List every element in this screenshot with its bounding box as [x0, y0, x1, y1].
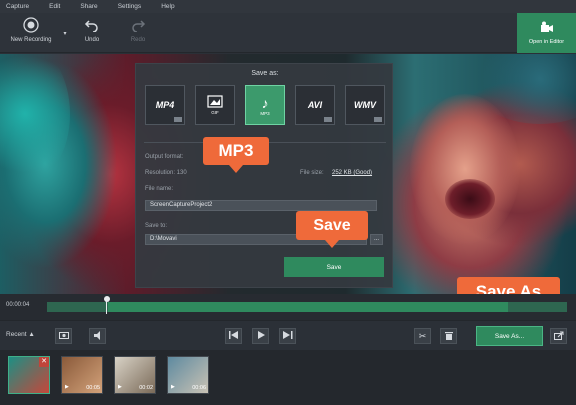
- format-gif-label: GIF: [211, 110, 219, 115]
- recent-strip: ✕ ▶ 00:05 ▶ 00:02 ▶ 00:06: [0, 350, 576, 405]
- video-icon: ▶: [171, 384, 175, 390]
- redo-button[interactable]: Redo: [122, 13, 154, 53]
- recent-toggle[interactable]: Recent ▲: [6, 331, 35, 338]
- dialog-save-button[interactable]: Save: [284, 257, 384, 277]
- file-name-field[interactable]: ScreenCaptureProject2: [145, 200, 377, 211]
- recent-thumbnail[interactable]: ▶ 00:02: [114, 356, 156, 394]
- save-callout: Save: [296, 211, 368, 240]
- cut-button[interactable]: ✂: [414, 328, 431, 344]
- film-icon: [374, 117, 382, 122]
- editor-icon: [540, 21, 554, 36]
- controls-bar: Recent ▲ ✂ Save As...: [0, 320, 576, 350]
- dialog-title: Save as:: [251, 70, 279, 77]
- image-icon: [207, 95, 223, 110]
- music-note-icon: ♪: [261, 94, 269, 111]
- open-in-editor-button[interactable]: Open in Editor: [517, 13, 576, 53]
- play-button[interactable]: [252, 328, 269, 344]
- menu-bar: Capture Edit Share Settings Help: [0, 0, 576, 13]
- timeline-time: 00:00:04: [6, 302, 30, 308]
- recent-thumbnail[interactable]: ✕: [8, 356, 50, 394]
- volume-button[interactable]: [89, 328, 106, 344]
- save-callout-tail: [325, 240, 339, 248]
- thumbnail-duration: 00:06: [192, 385, 206, 391]
- thumbnail-duration: 00:05: [86, 385, 100, 391]
- speaker-icon: [93, 330, 103, 342]
- scissors-icon: ✂: [418, 330, 427, 341]
- share-icon: [553, 331, 564, 342]
- save-as-dialog: Save as: MP4 GIF ♪ MP3 AVI WMV Output fo…: [135, 63, 393, 288]
- play-icon: [257, 331, 265, 341]
- new-recording-label: New Recording: [10, 37, 52, 43]
- mp3-callout-tail: [229, 165, 243, 173]
- format-wmv-label: WMV: [354, 100, 376, 110]
- redo-label: Redo: [130, 37, 146, 43]
- save-to-label: Save to:: [145, 223, 168, 229]
- format-mp3-label: MP3: [260, 110, 270, 116]
- recent-thumbnail[interactable]: ▶ 00:06: [167, 356, 209, 394]
- video-icon: ▶: [65, 384, 69, 390]
- next-button[interactable]: [279, 328, 296, 344]
- skip-back-icon: [228, 331, 239, 341]
- chevron-down-icon: ▾: [63, 30, 67, 37]
- menu-share[interactable]: Share: [80, 3, 97, 10]
- format-avi-label: AVI: [307, 100, 323, 110]
- delete-button[interactable]: [440, 328, 457, 344]
- toolbar: New Recording ▾ Undo Redo Open in Editor: [0, 13, 576, 53]
- output-format-label: Output format:: [145, 154, 184, 160]
- recent-thumbnail[interactable]: ▶ 00:05: [61, 356, 103, 394]
- skip-forward-icon: [282, 331, 293, 341]
- previous-button[interactable]: [225, 328, 242, 344]
- format-avi[interactable]: AVI: [295, 85, 335, 125]
- format-wmv[interactable]: WMV: [345, 85, 385, 125]
- undo-button[interactable]: Undo: [76, 13, 108, 53]
- timeline: 00:00:04: [0, 294, 576, 320]
- timeline-track[interactable]: [47, 302, 567, 312]
- close-icon[interactable]: ✕: [39, 357, 49, 367]
- share-button[interactable]: [550, 328, 567, 344]
- new-recording-button[interactable]: New Recording: [4, 13, 58, 53]
- menu-help[interactable]: Help: [161, 3, 174, 10]
- screenshot-button[interactable]: [55, 328, 72, 344]
- playhead-line: [106, 300, 107, 314]
- undo-label: Undo: [84, 37, 100, 43]
- film-icon: [324, 117, 332, 122]
- menu-edit[interactable]: Edit: [49, 3, 60, 10]
- file-size-value[interactable]: 252 KB (Good): [332, 170, 372, 176]
- format-mp4[interactable]: MP4: [145, 85, 185, 125]
- film-icon: [174, 117, 182, 122]
- thumbnail-duration: 00:02: [139, 385, 153, 391]
- trash-icon: [444, 331, 453, 342]
- menu-settings[interactable]: Settings: [118, 3, 142, 10]
- mp3-callout: MP3: [203, 137, 269, 165]
- new-recording-dropdown[interactable]: ▾: [60, 13, 70, 53]
- undo-icon: [84, 13, 100, 37]
- open-in-editor-label: Open in Editor: [528, 39, 565, 45]
- format-gif[interactable]: GIF: [195, 85, 235, 125]
- record-icon: [23, 13, 39, 37]
- save-as-button[interactable]: Save As...: [476, 326, 543, 346]
- timeline-selection[interactable]: [108, 302, 508, 312]
- format-mp3[interactable]: ♪ MP3: [245, 85, 285, 125]
- browse-button[interactable]: ...: [370, 234, 383, 245]
- resolution-label: Resolution: 130: [145, 170, 187, 176]
- format-mp4-label: MP4: [155, 100, 175, 110]
- camera-icon: [58, 331, 69, 341]
- file-name-label: File name:: [145, 186, 174, 192]
- video-icon: ▶: [118, 384, 122, 390]
- file-size-label: File size:: [300, 170, 324, 176]
- menu-capture[interactable]: Capture: [6, 3, 29, 10]
- playhead-handle[interactable]: [104, 296, 110, 302]
- redo-icon: [130, 13, 146, 37]
